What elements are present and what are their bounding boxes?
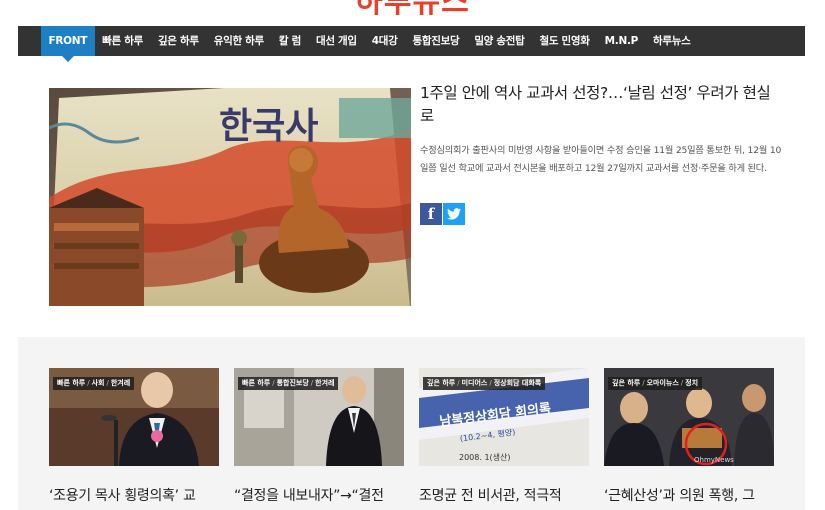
nav-item-election[interactable]: 대선 개입	[308, 26, 364, 56]
nav-item-fast-day[interactable]: 빠른 하루	[95, 26, 151, 56]
article-card[interactable]: 빠른 하루 / 통합진보당 / 한겨레 “결정을 내보내자”→“결전	[234, 368, 404, 506]
facebook-icon: f	[427, 205, 435, 223]
article-card-image[interactable]: 빠른 하루 / 사회 / 한겨레	[49, 368, 219, 466]
nav-item-miryang[interactable]: 밀양 송전탑	[467, 26, 532, 56]
twitter-icon	[447, 208, 461, 220]
main-nav: FRONT 빠른 하루 깊은 하루 유익한 하루 칼 럼 대선 개입 4대강 통…	[18, 26, 805, 62]
facebook-share-button[interactable]: f	[420, 203, 442, 225]
card-4-image-watermark: OhmyNews	[694, 456, 734, 464]
share-buttons: f	[420, 203, 465, 225]
article-card-title[interactable]: ‘조용기 목사 횡령의혹’ 교	[49, 486, 219, 506]
article-card[interactable]: OhmyNews 깊은 하루 / 오마이뉴스 / 정치 ‘근혜산성’과 의원 폭행, 그	[604, 368, 774, 506]
featured-article-title[interactable]: 1주일 안에 역사 교과서 선정?…‘날림 선정’ 우려가 현실로	[420, 82, 780, 128]
card-3-image-date: 2008. 1(생산)	[459, 452, 511, 462]
nav-item-mnp[interactable]: M.N.P	[597, 26, 645, 56]
article-card-title[interactable]: “결정을 내보내자”→“결전	[234, 486, 404, 506]
featured-article-summary: 수정심의회가 출판사의 미반영 사항을 받아들이면 수정 승인을 11월 25일…	[420, 145, 782, 174]
article-card-title[interactable]: ‘근혜산성’과 의원 폭행, 그	[604, 486, 774, 506]
category-tag[interactable]: 통합진보당	[277, 379, 309, 387]
article-card-image[interactable]: OhmyNews 깊은 하루 / 오마이뉴스 / 정치	[604, 368, 774, 466]
category-tag[interactable]: 깊은 하루	[612, 379, 640, 387]
site-logo[interactable]: 하루뉴스	[0, 0, 825, 20]
category-tag[interactable]: 깊은 하루	[427, 379, 455, 387]
category-tag[interactable]: 한겨레	[111, 379, 130, 387]
category-tag[interactable]: 사회	[92, 379, 105, 387]
nav-item-railway[interactable]: 철도 민영화	[532, 26, 597, 56]
category-tag[interactable]: 한겨레	[315, 379, 334, 387]
article-card-image[interactable]: 남북정상회담 회의록 (10.2~4, 평양) 2008. 1(생산) 깊은 하…	[419, 368, 589, 466]
article-card[interactable]: 남북정상회담 회의록 (10.2~4, 평양) 2008. 1(생산) 깊은 하…	[419, 368, 589, 506]
nav-item-front[interactable]: FRONT	[41, 26, 95, 62]
article-card-image[interactable]: 빠른 하루 / 통합진보당 / 한겨레	[234, 368, 404, 466]
book-cover-title: 한국사	[219, 105, 318, 147]
category-tag[interactable]: 빠른 하루	[242, 379, 270, 387]
featured-image[interactable]: 한국사	[49, 88, 411, 306]
nav-item-harunews[interactable]: 하루뉴스	[646, 26, 698, 56]
article-card[interactable]: 빠른 하루 / 사회 / 한겨레 ‘조용기 목사 횡령의혹’ 교	[49, 368, 219, 506]
nav-item-unified-progressive[interactable]: 통합진보당	[405, 26, 467, 56]
category-tag[interactable]: 빠른 하루	[57, 379, 85, 387]
category-tag[interactable]: 정치	[685, 379, 698, 387]
nav-item-four-rivers[interactable]: 4대강	[364, 26, 405, 56]
category-tag[interactable]: 미디어스	[462, 379, 488, 387]
article-card-categories: 깊은 하루 / 미디어스 / 정상회담 대화록	[423, 377, 546, 390]
article-card-categories: 깊은 하루 / 오마이뉴스 / 정치	[608, 377, 703, 390]
article-card-categories: 빠른 하루 / 통합진보당 / 한겨레	[238, 377, 339, 390]
nav-item-deep-day[interactable]: 깊은 하루	[150, 26, 206, 56]
category-tag[interactable]: 오마이뉴스	[647, 379, 679, 387]
article-card-categories: 빠른 하루 / 사회 / 한겨레	[53, 377, 135, 390]
twitter-share-button[interactable]	[443, 203, 465, 225]
category-tag[interactable]: 정상회담 대화록	[494, 379, 542, 387]
featured-image-illustration: 한국사	[49, 88, 411, 306]
nav-item-column[interactable]: 칼 럼	[271, 26, 308, 56]
nav-item-useful-day[interactable]: 유익한 하루	[206, 26, 271, 56]
article-card-title[interactable]: 조명균 전 비서관, 적극적	[419, 486, 589, 506]
